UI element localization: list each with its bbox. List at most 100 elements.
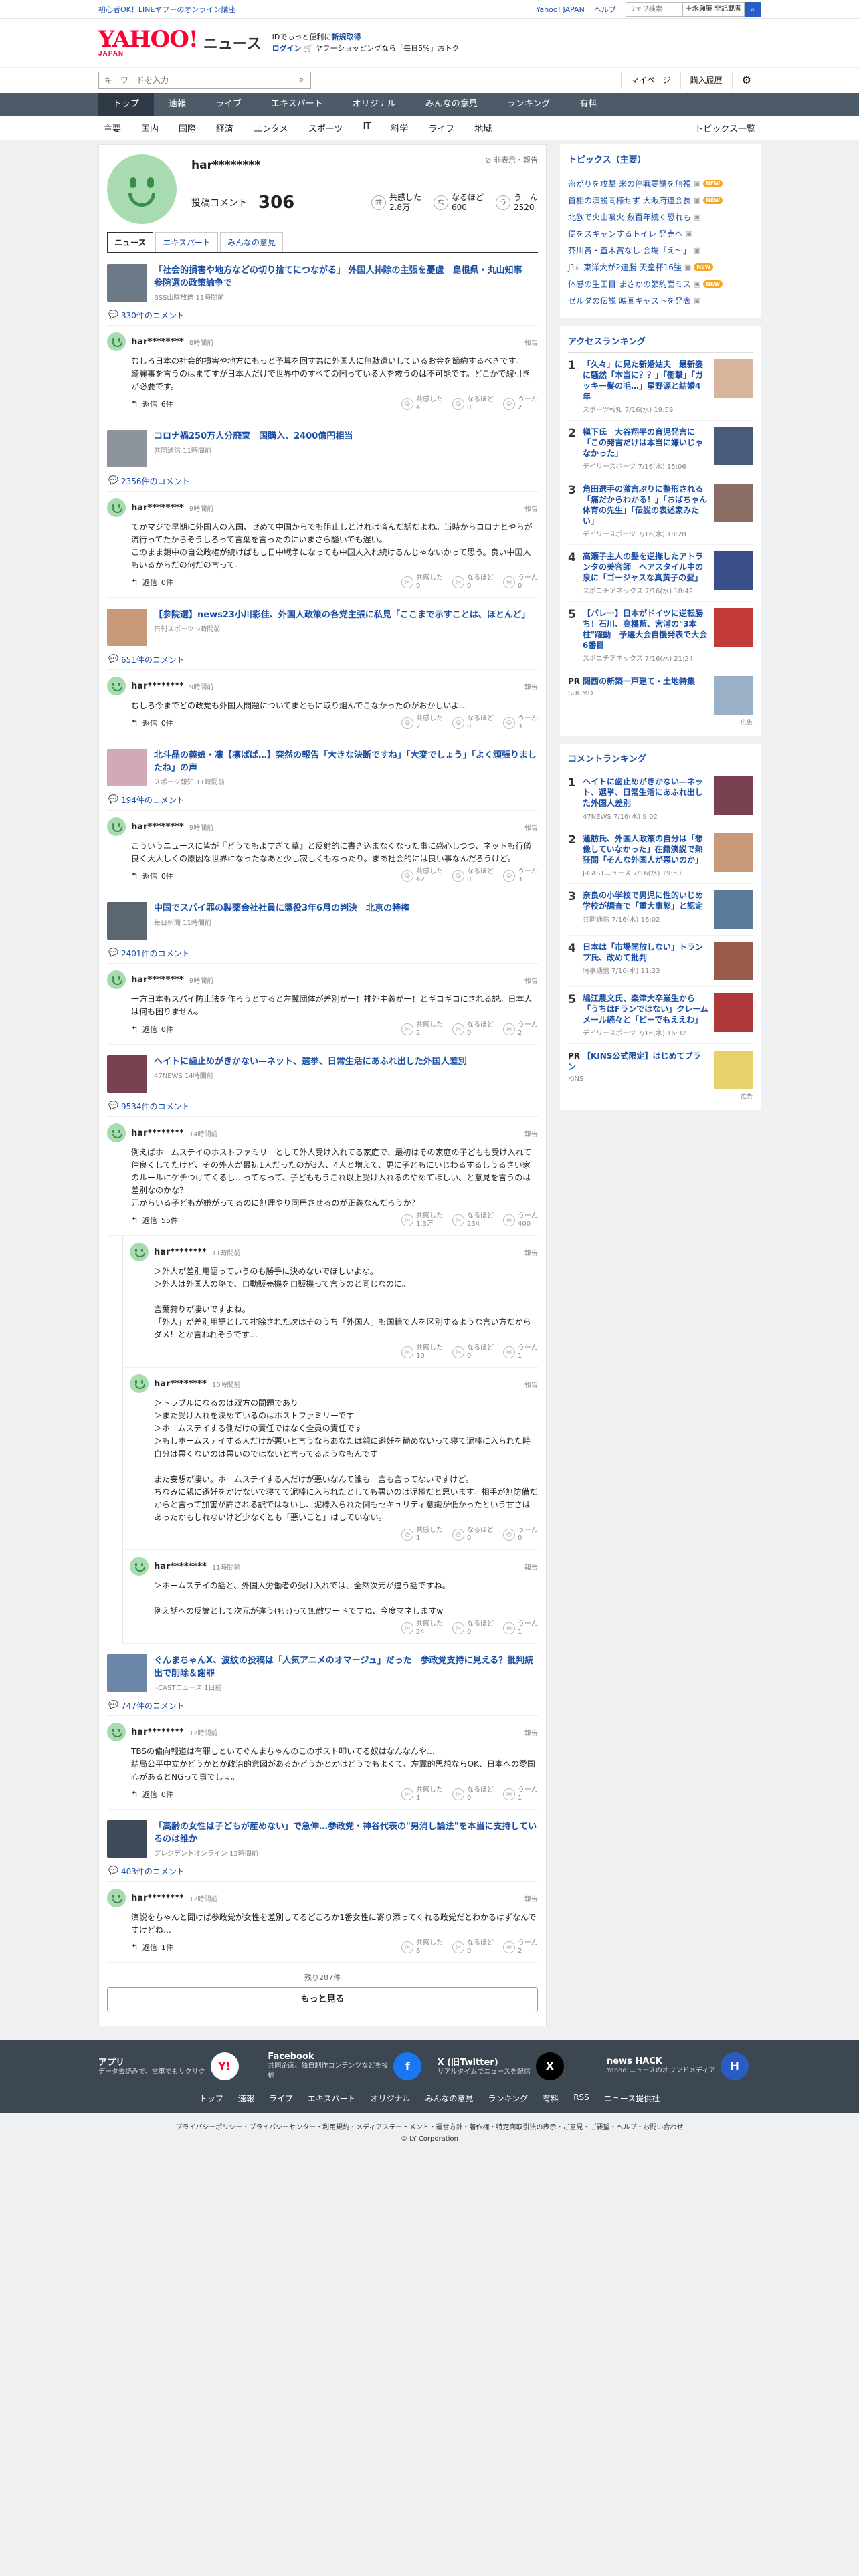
topic-item[interactable]: 北欧で火山噴火 数百年続く恐れも ▣: [568, 209, 753, 225]
report-link[interactable]: 報告: [524, 337, 538, 347]
nav-tab[interactable]: トップ: [98, 93, 155, 116]
topic-item[interactable]: 芥川賞・直木賞なし 会場「え～」 ▣: [568, 242, 753, 259]
report-link[interactable]: 報告: [524, 822, 538, 832]
reply-button[interactable]: ↰ 返信 0件: [131, 1789, 173, 1800]
nav-tab[interactable]: オリジナル: [338, 93, 411, 116]
reaction-button[interactable]: ◎ なるほど 0: [452, 1620, 494, 1636]
reaction-button[interactable]: ◎ うーん 1: [503, 1786, 538, 1802]
search-icon[interactable]: ⌕: [745, 2, 761, 17]
reaction-button[interactable]: ◎ なるほど 0: [452, 1527, 494, 1543]
more-button[interactable]: もっと見る: [107, 1987, 538, 2012]
reaction-button[interactable]: ◎ なるほど 0: [452, 1939, 494, 1955]
category-link[interactable]: 主要: [98, 122, 131, 134]
footer-nav-link[interactable]: ランキング: [488, 2092, 529, 2104]
category-link[interactable]: 科学: [381, 122, 418, 134]
category-link[interactable]: 地域: [464, 122, 502, 134]
article-thumbnail[interactable]: [107, 902, 147, 940]
nav-tab[interactable]: エキスパート: [256, 93, 338, 116]
promo-link[interactable]: 初心者OK！LINEヤフーのオンライン講座: [98, 4, 235, 15]
footer-app-link[interactable]: news HACK Yahoo!ニュースのオウンドメディア H: [607, 2052, 761, 2080]
ranking-item[interactable]: 4 日本は「市場開放しない」トランプ氏、改めて批判 時事通信 7/16(水) 11:…: [568, 936, 753, 987]
comment-count-link[interactable]: 💬 2401件のコメント: [107, 944, 538, 964]
article-thumbnail[interactable]: [107, 609, 147, 646]
footer-app-link[interactable]: Facebook 共同企画、独自制作コンテンツなどを投稿 f: [268, 2052, 422, 2080]
search-scope-select[interactable]: ＋永瀬廉 非記載者: [682, 2, 745, 17]
reaction-button[interactable]: ◎ うーん 3: [503, 715, 538, 731]
report-link[interactable]: 報告: [524, 681, 538, 691]
yahoo-japan-link[interactable]: Yahoo! JAPAN: [536, 5, 585, 14]
ranking-item[interactable]: 5 【バレー】日本がドイツに逆転勝ち！石川、高橋藍、宮浦の"3本柱"躍動 予選大会…: [568, 602, 753, 669]
comment-count-link[interactable]: 💬 747件のコメント: [107, 1696, 538, 1716]
article-title[interactable]: 「高齢の女性は子どもが産めない」で急伸…参政党・神谷代表の"男消し論法"を本当に…: [154, 1822, 537, 1844]
reply-button[interactable]: ↰ 返信 55件: [131, 1215, 178, 1226]
article-thumbnail[interactable]: [107, 1055, 147, 1093]
reaction-button[interactable]: ◎ なるほど 0: [452, 1021, 494, 1037]
reply-button[interactable]: ↰ 返信 0件: [131, 577, 173, 588]
ranking-item[interactable]: 3 角田選手の激言ぶりに整形される「痛だからわかる！」「おばちゃん体育の先生」「伝…: [568, 477, 753, 545]
ranking-item[interactable]: 4 高瀬子主人の髪を逆撫したアトランタの美容師 ヘアスタイル中の泉に「ゴージャスな…: [568, 545, 753, 602]
topic-item[interactable]: 盗がりを攻撃 米の停戦要請を無視 ▣ NEW: [568, 175, 753, 192]
category-link[interactable]: エンタメ: [244, 122, 298, 134]
reaction-button[interactable]: ◎ うーん 1: [503, 1344, 538, 1360]
article-thumbnail[interactable]: [107, 430, 147, 467]
reply-button[interactable]: ↰ 返信 0件: [131, 871, 173, 881]
reaction-button[interactable]: ◎ 共感した 10: [401, 1344, 443, 1360]
footer-nav-link[interactable]: トップ: [199, 2092, 223, 2104]
purchase-history-link[interactable]: 購入履歴: [680, 72, 732, 89]
reaction-button[interactable]: ◎ うーん 2: [503, 1021, 538, 1037]
footer-app-link[interactable]: X (旧Twitter) リアルタイムでニュースを配信 X: [438, 2052, 591, 2080]
footer-nav-link[interactable]: ニュース提供社: [604, 2092, 660, 2104]
report-link[interactable]: 報告: [524, 503, 538, 513]
reaction-button[interactable]: ◎ なるほど 234: [452, 1212, 494, 1228]
reaction-button[interactable]: ◎ 共感した 1: [401, 1786, 443, 1802]
reaction-button[interactable]: ◎ なるほど 0: [452, 1344, 494, 1360]
reaction-button[interactable]: ◎ うーん 400: [503, 1212, 538, 1228]
login-link[interactable]: ログイン: [272, 44, 302, 53]
yahoo-logo[interactable]: YAHOO! JAPAN: [98, 28, 199, 58]
keyword-input[interactable]: [98, 72, 292, 89]
nav-tab[interactable]: 有料: [565, 93, 611, 116]
topic-item[interactable]: 首相の演説同様せず 大阪府連会長 ▣ NEW: [568, 192, 753, 209]
category-link[interactable]: 国内: [131, 122, 169, 134]
reaction-button[interactable]: ◎ うーん 2: [503, 396, 538, 412]
reaction-button[interactable]: ◎ 共感した 42: [401, 868, 443, 884]
article-title[interactable]: ぐんまちゃんX、波紋の投稿は「人気アニメのオマージュ」だった 参政党支持に見える…: [154, 1656, 533, 1679]
article-title[interactable]: ヘイトに歯止めがきかない—ネット、選挙、日常生活にあふれ出した外国人差別: [154, 1057, 467, 1067]
footer-nav-link[interactable]: 有料: [543, 2092, 559, 2104]
report-link[interactable]: 報告: [524, 1727, 538, 1737]
article-title[interactable]: 「社会的損害や地方などの切り捨てにつながる」 外国人排除の主張を憂慮 島根県・丸…: [154, 265, 531, 288]
reaction-button[interactable]: ◎ 共感した 4: [401, 396, 443, 412]
mypage-link[interactable]: マイページ: [620, 72, 680, 89]
report-link[interactable]: 報告: [524, 1379, 538, 1389]
comment-tab[interactable]: ニュース: [107, 232, 154, 252]
category-link[interactable]: ライフ: [418, 122, 464, 134]
reaction-button[interactable]: ◎ 共感した 24: [401, 1620, 443, 1636]
footer-nav-link[interactable]: ライブ: [269, 2092, 293, 2104]
article-title[interactable]: 中国でスパイ罪の製薬会社社員に懲役3年6月の判決 北京の特権: [154, 903, 409, 914]
category-link[interactable]: IT: [353, 122, 381, 134]
article-thumbnail[interactable]: [107, 1820, 147, 1858]
comment-tab[interactable]: みんなの意見: [220, 232, 284, 252]
comment-count-link[interactable]: 💬 194件のコメント: [107, 790, 538, 811]
reaction-button[interactable]: ◎ なるほど 0: [452, 574, 494, 591]
nav-tab[interactable]: ライブ: [201, 93, 256, 116]
reaction-button[interactable]: ◎ うーん 0: [503, 1527, 538, 1543]
reaction-button[interactable]: ◎ うーん 2: [503, 1939, 538, 1955]
ranking-item[interactable]: 3 奈良の小学校で男児に性的いじめ学校が調査で「重大事態」と認定 共同通信 7/16…: [568, 884, 753, 936]
category-link[interactable]: 国際: [169, 122, 206, 134]
topic-item[interactable]: J1に東洋大が2連勝 天皇杯16強 ▣ NEW: [568, 259, 753, 276]
reply-button[interactable]: ↰ 返信 6件: [131, 399, 173, 409]
article-thumbnail[interactable]: [107, 749, 147, 786]
reaction-button[interactable]: ◎ なるほど 0: [452, 868, 494, 884]
reaction-button[interactable]: ◎ 共感した 2: [401, 715, 443, 731]
reaction-button[interactable]: ◎ 共感した 1.3万: [401, 1212, 443, 1228]
reaction-button[interactable]: ◎ なるほど 0: [452, 396, 494, 412]
comment-count-link[interactable]: 💬 651件のコメント: [107, 650, 538, 670]
ranking-item[interactable]: 2 蓮舫氏、外国人政策の自分は「想像していなかった」在籍演説で熱狂問「そんな外国人…: [568, 827, 753, 884]
comment-count-link[interactable]: 💬 2356件のコメント: [107, 471, 538, 492]
hide-report-link[interactable]: ⊘ 非表示・報告: [485, 154, 538, 165]
ranking-item[interactable]: 2 槇下氏 大谷翔平の育児発言に「この発言だけは本当に嫌いじゃなかった」 デイリース…: [568, 421, 753, 477]
article-thumbnail[interactable]: [107, 1654, 147, 1692]
comment-count-link[interactable]: 💬 403件のコメント: [107, 1862, 538, 1882]
footer-nav-link[interactable]: RSS: [573, 2092, 589, 2104]
